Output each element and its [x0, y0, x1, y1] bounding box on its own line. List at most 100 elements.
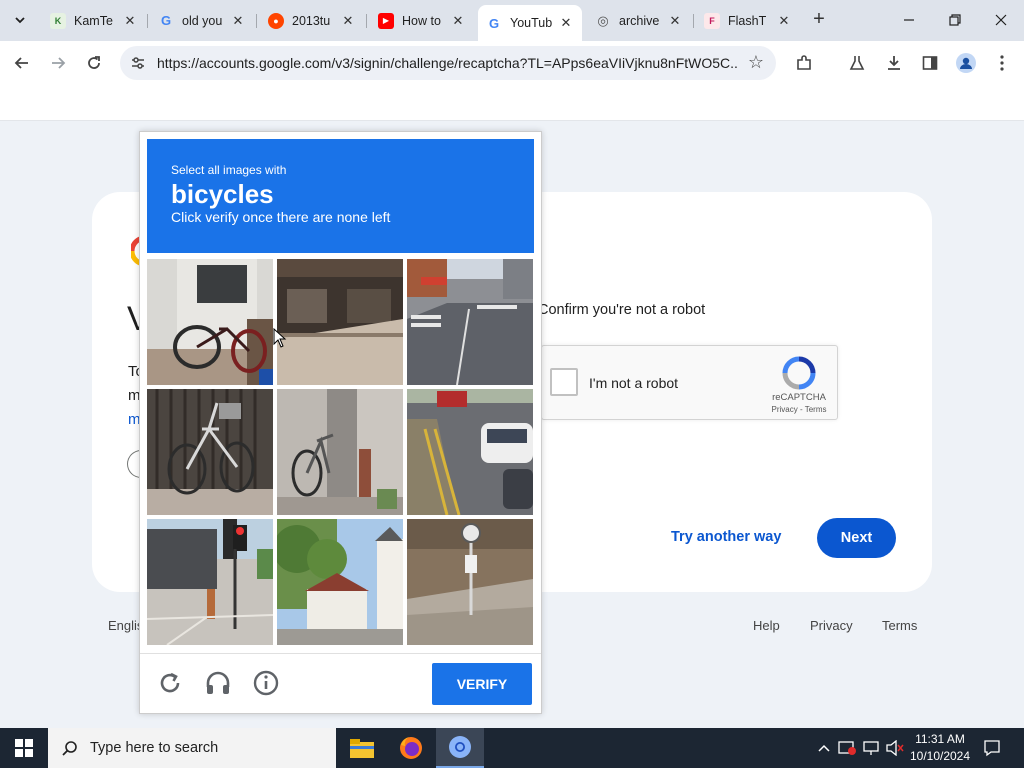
site-info-icon[interactable]: [128, 53, 148, 73]
file-explorer-taskbar-icon[interactable]: [338, 728, 386, 768]
close-icon[interactable]: ✕: [340, 13, 356, 29]
taskbar-search-box[interactable]: Type here to search: [48, 728, 336, 768]
close-icon[interactable]: ✕: [122, 13, 138, 29]
browser-toolbar: https://accounts.google.com/v3/signin/ch…: [0, 41, 1024, 85]
puzzle-icon: [797, 55, 811, 70]
restore-button[interactable]: [932, 0, 978, 40]
notifications-icon[interactable]: [982, 738, 1002, 758]
page-top-strip: [0, 85, 1024, 121]
downloads-button[interactable]: [879, 48, 909, 78]
labs-button[interactable]: [842, 48, 872, 78]
recaptcha-challenge-dialog: Select all images with bicycles Click ve…: [139, 131, 542, 714]
tab-separator: [147, 14, 148, 28]
tab-search-button[interactable]: [8, 8, 32, 32]
arrow-left-icon: [14, 57, 28, 69]
new-tab-button[interactable]: +: [809, 9, 829, 30]
extensions-button[interactable]: [789, 48, 819, 78]
security-tray-icon[interactable]: [837, 738, 857, 758]
google-icon: G: [488, 15, 500, 31]
forward-button[interactable]: [43, 48, 73, 78]
tab-title: YouTub: [510, 16, 553, 30]
address-bar[interactable]: https://accounts.google.com/v3/signin/ch…: [120, 46, 776, 80]
tab-title: KamTe: [74, 13, 113, 28]
close-window-button[interactable]: [978, 0, 1024, 40]
close-icon[interactable]: ✕: [667, 13, 683, 29]
privacy-link[interactable]: Privacy: [810, 618, 853, 633]
side-panel-button[interactable]: [915, 48, 945, 78]
close-icon: [995, 14, 1007, 26]
url-text[interactable]: https://accounts.google.com/v3/signin/ch…: [157, 55, 737, 71]
challenge-tile-3[interactable]: [407, 259, 533, 385]
menu-button[interactable]: [987, 48, 1017, 78]
tab-youtube-how-to[interactable]: ▶ How to ✕: [370, 6, 474, 35]
close-icon[interactable]: ✕: [450, 13, 466, 29]
google-icon: G: [160, 13, 172, 28]
tab-youtube-active[interactable]: G YouTub ✕: [478, 5, 582, 41]
recaptcha-logo-icon: [782, 356, 816, 390]
taskbar-search-placeholder: Type here to search: [90, 740, 219, 756]
challenge-tile-5[interactable]: [277, 389, 403, 515]
bookmark-star-icon[interactable]: ☆: [748, 52, 764, 73]
youtube-icon: ▶: [378, 12, 394, 29]
taskbar-clock[interactable]: 11:31 AM 10/10/2024: [905, 731, 975, 765]
profile-button[interactable]: [951, 48, 981, 78]
challenge-footer: VERIFY: [140, 653, 541, 713]
volume-muted-icon[interactable]: [885, 738, 905, 758]
close-icon[interactable]: ✕: [558, 15, 574, 31]
side-panel-icon: [922, 56, 938, 70]
minimize-icon: [904, 19, 914, 21]
challenge-tile-9[interactable]: [407, 519, 533, 645]
tab-old-you[interactable]: G old you ✕: [150, 6, 254, 35]
chrome-taskbar-icon[interactable]: [436, 728, 484, 768]
challenge-tile-8[interactable]: [277, 519, 403, 645]
challenge-tile-6[interactable]: [407, 389, 533, 515]
clock-date: 10/10/2024: [909, 749, 971, 763]
headphones-icon[interactable]: [204, 669, 232, 697]
tab-separator: [693, 14, 694, 28]
challenge-tile-2[interactable]: [277, 259, 403, 385]
reddit-icon: ●: [268, 12, 284, 29]
recaptcha-checkbox-label: I'm not a robot: [589, 375, 679, 391]
challenge-tile-1[interactable]: [147, 259, 273, 385]
next-button[interactable]: Next: [817, 518, 896, 558]
tab-title: FlashT: [728, 13, 767, 28]
confirm-robot-text: Confirm you're not a robot: [538, 302, 706, 318]
back-button[interactable]: [7, 48, 37, 78]
challenge-instruction: Select all images with: [171, 163, 287, 177]
challenge-tile-4[interactable]: [147, 389, 273, 515]
close-icon[interactable]: ✕: [230, 13, 246, 29]
chevron-down-icon: [15, 17, 25, 24]
firefox-taskbar-icon[interactable]: [387, 728, 435, 768]
reload-button[interactable]: [79, 48, 109, 78]
avatar-icon: [956, 53, 976, 73]
recaptcha-checkbox[interactable]: [550, 368, 578, 396]
tab-kamtera[interactable]: K KamTe ✕: [42, 6, 146, 35]
recaptcha-privacy-terms[interactable]: Privacy - Terms: [762, 405, 836, 414]
info-icon[interactable]: [252, 669, 280, 697]
minimize-button[interactable]: [886, 0, 932, 40]
mouse-cursor-icon: [273, 328, 287, 348]
reload-challenge-icon[interactable]: [156, 669, 184, 697]
verify-button[interactable]: VERIFY: [432, 663, 532, 705]
tab-archive[interactable]: ◎ archive ✕: [587, 6, 691, 35]
network-icon[interactable]: [861, 738, 881, 758]
tab-separator: [366, 14, 367, 28]
download-icon: [888, 56, 900, 70]
help-link[interactable]: Help: [753, 618, 780, 633]
tab-reddit[interactable]: ● 2013tu ✕: [260, 6, 364, 35]
close-icon[interactable]: ✕: [776, 13, 792, 29]
reload-icon: [88, 56, 100, 69]
terms-link[interactable]: Terms: [882, 618, 917, 633]
tab-flashtool[interactable]: F FlashT ✕: [696, 6, 800, 35]
challenge-image-grid: [147, 259, 535, 647]
challenge-tile-7[interactable]: [147, 519, 273, 645]
kebab-menu-icon: [1000, 55, 1004, 71]
globe-icon: ◎: [597, 12, 609, 28]
tab-title: How to: [402, 13, 441, 28]
start-button[interactable]: [0, 728, 48, 768]
show-hidden-icons-chevron-icon[interactable]: [814, 738, 834, 758]
try-another-way-link[interactable]: Try another way: [671, 529, 781, 545]
flash-icon: F: [704, 12, 720, 29]
arrow-right-icon: [52, 57, 66, 69]
tab-title: 2013tu: [292, 13, 331, 28]
